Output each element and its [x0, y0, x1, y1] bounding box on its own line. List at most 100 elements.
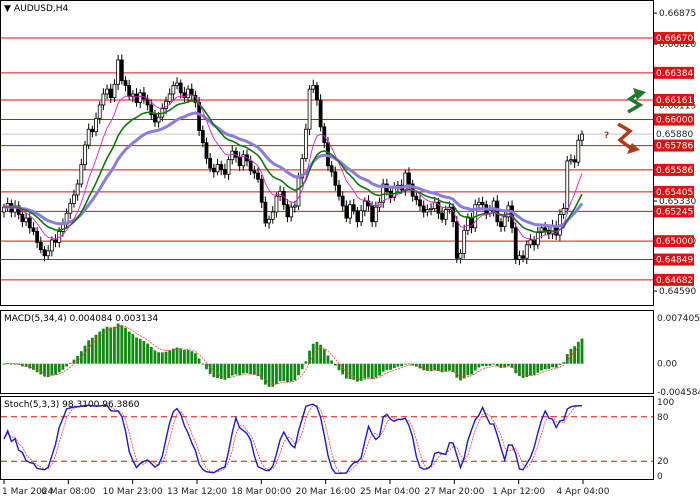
candle-body [572, 159, 577, 163]
macd-bar [116, 323, 120, 364]
macd-bar [109, 327, 113, 364]
macd-bar [488, 363, 492, 366]
candle-body [344, 205, 349, 219]
candle-body [138, 92, 143, 103]
candle-body [49, 239, 54, 252]
level-tag-label: 0.66000 [656, 116, 693, 126]
candle-body [443, 209, 448, 220]
level-tag-label: 0.65586 [656, 166, 693, 176]
level-tag-label: 0.66161 [656, 96, 693, 106]
candle-body [315, 85, 319, 101]
macd-bar [444, 363, 448, 372]
macd-bar [297, 363, 300, 376]
macd-bar [304, 361, 308, 364]
macd-bar [293, 363, 297, 381]
macd-bar [146, 343, 149, 364]
macd-bar [194, 353, 197, 364]
candle-body [83, 144, 87, 165]
macd-bar [330, 360, 334, 364]
candle-body [513, 227, 518, 260]
candle-body [440, 212, 445, 220]
candle-body [248, 160, 253, 172]
ma-magenta-line [3, 94, 583, 241]
macd-bar [105, 326, 109, 364]
macd-bar [113, 326, 116, 364]
level-tag-label: 0.65245 [656, 207, 693, 217]
candle-body [333, 171, 338, 186]
candle-body [211, 167, 216, 173]
candle-body [532, 239, 537, 246]
candle-body [208, 158, 213, 169]
candle-body [528, 239, 533, 246]
candle-body [186, 88, 190, 99]
macd-bar [90, 337, 94, 364]
candle-body [20, 214, 25, 223]
macd-bar [455, 363, 459, 378]
macd-bar [87, 340, 91, 364]
candle-body [561, 207, 566, 215]
macd-bar [168, 350, 172, 364]
candle-body [256, 172, 260, 180]
macd-bar [529, 363, 532, 376]
macd-bar [363, 363, 367, 379]
macd-bar [61, 363, 65, 370]
time-axis-label: 18 Mar 00:00 [231, 487, 291, 497]
macd-bar [484, 363, 488, 367]
candle-body [175, 82, 179, 86]
candle-body [480, 201, 485, 206]
candle-body [462, 229, 467, 254]
macd-bar [256, 363, 260, 376]
macd-bar [374, 363, 378, 378]
macd-axis-label: 0.00 [657, 360, 677, 370]
stoch-axis-label: 0 [657, 472, 663, 482]
candle-body [351, 204, 356, 212]
macd-bar [536, 363, 540, 373]
candle-body [134, 93, 139, 103]
macd-bar [518, 363, 521, 377]
candle-body [53, 239, 58, 243]
candle-body [370, 205, 375, 223]
macd-bar [359, 363, 363, 381]
macd-bar [385, 363, 389, 371]
price-axis-label: 0.66875 [659, 9, 696, 19]
candle-body [307, 88, 312, 130]
candle-body [38, 241, 43, 251]
macd-bar [514, 363, 518, 374]
candle-body [230, 150, 235, 161]
macd-bar [138, 338, 142, 364]
candle-body [359, 210, 364, 223]
macd-bar [212, 363, 216, 378]
stoch-label: Stoch(5,3,3) 98.3100 96.3860 [4, 400, 140, 410]
macd-bar [448, 363, 451, 371]
macd-bar [437, 363, 440, 372]
level-tag-label: 0.65405 [656, 188, 693, 198]
macd-bar [554, 363, 558, 368]
candle-body [46, 250, 51, 257]
macd-bar [381, 363, 385, 372]
macd-bar [68, 362, 72, 364]
macd-bar [164, 351, 168, 364]
macd-bar [378, 363, 381, 376]
macd-bar [205, 363, 208, 370]
price-axis-label: 0.64590 [659, 287, 696, 297]
level-tag-label: 0.64849 [656, 256, 693, 266]
macd-bar [157, 352, 161, 364]
macd-bar [521, 363, 525, 378]
candle-body [274, 195, 279, 213]
macd-bar [580, 338, 584, 364]
candle-body [27, 217, 32, 229]
candle-body [311, 85, 316, 90]
candle-body [499, 221, 503, 227]
macd-bar [370, 363, 374, 379]
level-tag-label: 0.65786 [656, 142, 693, 152]
candle-body [226, 159, 231, 175]
stoch-signal-line [3, 404, 583, 474]
forecast-arrows: ? [604, 88, 646, 154]
candle-body [355, 210, 360, 223]
candle-body [303, 128, 308, 159]
moving-averages [3, 94, 584, 241]
trading-chart[interactable]: ▼ AUDUSD,H4 0.668750.666200.661150.65330… [0, 0, 700, 500]
candle-body [318, 99, 323, 128]
time-axis-label: 20 Mar 16:00 [296, 487, 356, 497]
macd-bar [83, 345, 87, 364]
